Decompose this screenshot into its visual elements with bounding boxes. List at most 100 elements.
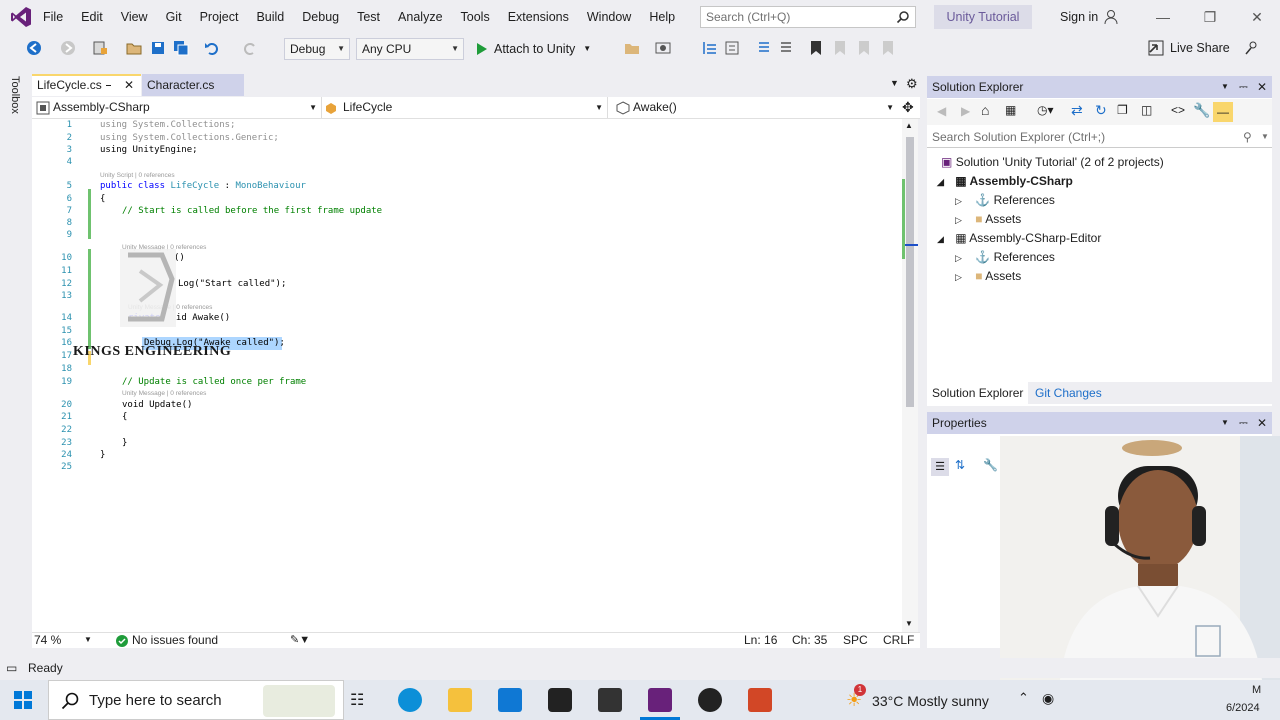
weather-widget[interactable]: ☀ 1 33°C Mostly sunny bbox=[846, 680, 989, 720]
scroll-thumb[interactable] bbox=[906, 137, 914, 407]
solution-name-badge[interactable]: Unity Tutorial bbox=[934, 5, 1032, 29]
show-all-files-icon[interactable]: ◫ bbox=[1141, 103, 1152, 117]
comment-icon[interactable] bbox=[756, 40, 772, 56]
back-icon[interactable] bbox=[26, 40, 42, 56]
tray-overflow-chevron-icon[interactable]: ⌃ bbox=[1018, 690, 1029, 706]
settings-gear-icon[interactable]: ⚙ bbox=[906, 76, 918, 92]
expand-arrow-icon[interactable]: ▷ bbox=[955, 253, 962, 263]
unity-hub-icon[interactable] bbox=[548, 688, 572, 712]
close-panel-icon[interactable]: ✕ bbox=[1257, 76, 1267, 98]
project-dropdown[interactable]: Assembly-CSharp ▼ bbox=[32, 97, 322, 118]
switch-views-icon[interactable]: ▦ bbox=[1005, 103, 1016, 117]
powerpoint-icon[interactable] bbox=[748, 688, 772, 712]
feedback-icon[interactable] bbox=[1244, 40, 1260, 56]
pin-icon[interactable]: ⎓ bbox=[1239, 412, 1248, 434]
pin-icon[interactable]: ⎓ bbox=[1239, 76, 1248, 98]
editor-vertical-scrollbar[interactable]: ▲ ▼ bbox=[902, 119, 918, 632]
forward-icon[interactable]: ▶ bbox=[961, 104, 970, 118]
taskbar-search-input[interactable]: Type here to search bbox=[48, 680, 344, 720]
menu-tools[interactable]: Tools bbox=[452, 0, 499, 34]
preview-toggle-button[interactable]: — bbox=[1213, 102, 1233, 122]
collapse-arrow-icon[interactable]: ◢ bbox=[937, 177, 944, 187]
tree-references[interactable]: ▷ ⚓ References bbox=[955, 248, 1055, 267]
visual-studio-taskbar-icon[interactable] bbox=[648, 688, 672, 712]
property-pages-wrench-icon[interactable]: 🔧 bbox=[983, 458, 998, 472]
refresh-icon[interactable]: ↻ bbox=[1095, 102, 1107, 119]
properties-wrench-icon[interactable]: 🔧 bbox=[1193, 102, 1210, 119]
unity-editor-icon[interactable] bbox=[598, 688, 622, 712]
next-bookmark-icon[interactable] bbox=[856, 40, 872, 56]
menu-edit[interactable]: Edit bbox=[72, 0, 112, 34]
expand-arrow-icon[interactable]: ▷ bbox=[955, 215, 962, 225]
windows-start-icon[interactable] bbox=[14, 691, 32, 709]
expand-arrow-icon[interactable]: ▷ bbox=[955, 272, 962, 282]
cleanup-brush-icon[interactable]: ✎▼ bbox=[290, 633, 310, 646]
tree-assets-folder[interactable]: ▷ ■ Assets bbox=[955, 210, 1021, 229]
clock-date[interactable]: 6/2024 bbox=[1226, 702, 1260, 714]
menu-window[interactable]: Window bbox=[578, 0, 640, 34]
collapse-all-icon[interactable]: ❐ bbox=[1117, 103, 1128, 117]
menu-extensions[interactable]: Extensions bbox=[499, 0, 578, 34]
tab-lifecycle-cs[interactable]: LifeCycle.cs ⎯ ✕ bbox=[32, 74, 141, 96]
file-explorer-icon[interactable] bbox=[448, 688, 472, 712]
save-icon[interactable] bbox=[150, 40, 166, 56]
expand-arrow-icon[interactable]: ▷ bbox=[955, 196, 962, 206]
menu-help[interactable]: Help bbox=[640, 0, 684, 34]
tab-solution-explorer[interactable]: Solution Explorer bbox=[927, 382, 1029, 404]
tree-assets-folder[interactable]: ▷ ■ Assets bbox=[955, 267, 1021, 286]
clear-bookmarks-icon[interactable] bbox=[880, 40, 896, 56]
restore-button[interactable]: ❐ bbox=[1187, 0, 1233, 34]
tab-character-cs[interactable]: Character.cs bbox=[142, 74, 244, 96]
configuration-dropdown[interactable]: Debug ▼ bbox=[284, 38, 350, 60]
step-icon[interactable] bbox=[702, 40, 718, 56]
panel-menu-icon[interactable]: ▼ bbox=[1221, 76, 1229, 98]
zoom-level[interactable]: 74 % bbox=[34, 633, 61, 647]
uncomment-icon[interactable] bbox=[778, 40, 794, 56]
close-panel-icon[interactable]: ✕ bbox=[1257, 412, 1267, 434]
network-icon[interactable]: ◉ bbox=[1042, 690, 1054, 707]
sign-in-button[interactable]: Sign in bbox=[1060, 0, 1120, 34]
home-icon[interactable]: ⌂ bbox=[981, 102, 989, 118]
clock-time[interactable]: M bbox=[1252, 684, 1261, 696]
line-ending-indicator[interactable]: CRLF bbox=[883, 633, 914, 647]
menu-view[interactable]: View bbox=[112, 0, 157, 34]
bookmark-icon[interactable] bbox=[808, 40, 824, 56]
prev-bookmark-icon[interactable] bbox=[832, 40, 848, 56]
solution-search-input[interactable]: Search Solution Explorer (Ctrl+;) ⚲ ▼ bbox=[927, 126, 1272, 148]
menu-debug[interactable]: Debug bbox=[293, 0, 348, 34]
platform-dropdown[interactable]: Any CPU ▼ bbox=[356, 38, 464, 60]
scroll-up-icon[interactable]: ▲ bbox=[905, 121, 913, 130]
search-input[interactable]: Search (Ctrl+Q) bbox=[700, 6, 916, 28]
back-icon[interactable]: ◀ bbox=[937, 104, 946, 118]
obs-studio-icon[interactable] bbox=[698, 688, 722, 712]
class-dropdown[interactable]: LifeCycle ▼ bbox=[324, 97, 608, 118]
task-view-icon[interactable]: ☷ bbox=[350, 690, 364, 710]
panel-menu-icon[interactable]: ▼ bbox=[1221, 412, 1229, 434]
tab-git-changes[interactable]: Git Changes bbox=[1030, 382, 1107, 404]
split-editor-icon[interactable]: ✥ bbox=[902, 99, 914, 116]
member-dropdown[interactable]: Awake() ▼ bbox=[612, 97, 898, 118]
whitespace-indicator[interactable]: SPC bbox=[843, 633, 868, 647]
breakpoints-icon[interactable] bbox=[724, 40, 740, 56]
minimize-button[interactable]: — bbox=[1140, 0, 1186, 34]
edge-browser-icon[interactable] bbox=[398, 688, 422, 712]
new-project-icon[interactable] bbox=[92, 40, 108, 56]
menu-project[interactable]: Project bbox=[191, 0, 248, 34]
chevron-down-icon[interactable]: ▼ bbox=[84, 635, 92, 644]
tab-overflow-icon[interactable]: ▼ bbox=[890, 78, 899, 88]
close-window-button[interactable]: ✕ bbox=[1234, 0, 1280, 34]
tree-solution-node[interactable]: ▣ Solution 'Unity Tutorial' (2 of 2 proj… bbox=[941, 153, 1164, 172]
output-window-icon[interactable]: ▭ bbox=[6, 658, 17, 678]
code-editor[interactable]: 1 2 3 4 5 6 7 8 9 10 11 12 13 14 15 16 1… bbox=[32, 119, 902, 632]
alphabetical-sort-icon[interactable]: ⇅ bbox=[955, 458, 965, 472]
screenshot-icon[interactable] bbox=[655, 40, 671, 56]
save-all-icon[interactable] bbox=[173, 40, 189, 56]
pending-changes-icon[interactable]: ◷▾ bbox=[1037, 103, 1054, 117]
undo-icon[interactable] bbox=[204, 40, 220, 56]
pin-icon[interactable]: ⎯ bbox=[106, 76, 111, 95]
column-indicator[interactable]: Ch: 35 bbox=[792, 633, 827, 647]
attach-to-unity-button[interactable]: Attach to Unity ▼ bbox=[476, 38, 591, 60]
close-tab-icon[interactable]: ✕ bbox=[124, 76, 134, 95]
sync-icon[interactable]: ⇄ bbox=[1071, 102, 1083, 119]
live-share-button[interactable]: Live Share bbox=[1148, 34, 1230, 62]
